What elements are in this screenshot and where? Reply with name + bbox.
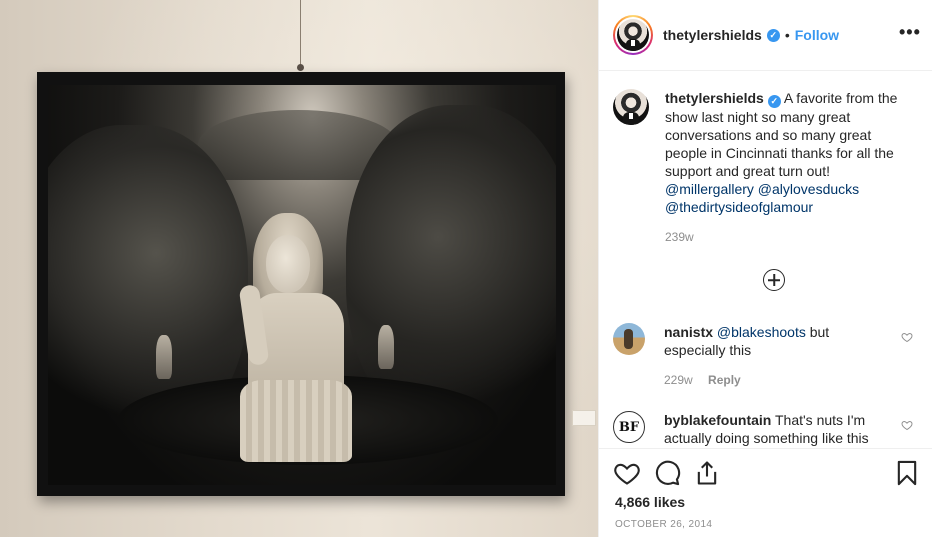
share-icon[interactable] (693, 459, 721, 487)
post-sidebar: thetylershields ✓ • Follow ••• thetylers… (598, 0, 932, 537)
commenter-username[interactable]: byblakefountain (664, 412, 771, 428)
comment-age[interactable]: 229w (664, 373, 693, 387)
photo-girl-face (266, 235, 310, 293)
load-more-comments-icon[interactable] (763, 269, 785, 291)
verified-badge-icon: ✓ (766, 28, 780, 42)
wall-placard (572, 410, 596, 426)
reply-button[interactable]: Reply (708, 373, 741, 387)
like-heart-icon[interactable] (613, 459, 641, 487)
post-caption: thetylershields ✓ A favorite from the sh… (613, 89, 923, 246)
commenter-avatar[interactable]: BF (613, 411, 645, 443)
like-comment-heart-icon[interactable] (901, 331, 913, 343)
framed-photograph (48, 85, 556, 485)
commenter-avatar[interactable] (613, 323, 645, 355)
like-comment-heart-icon[interactable] (901, 419, 913, 431)
commenter-username[interactable]: nanistx (664, 324, 713, 340)
post-header: thetylershields ✓ • Follow ••• (599, 0, 932, 71)
separator-dot: • (784, 27, 790, 43)
more-options-icon[interactable]: ••• (899, 23, 920, 42)
post-date[interactable]: OCTOBER 26, 2014 (615, 519, 712, 530)
save-bookmark-icon[interactable] (893, 459, 921, 487)
caption-author[interactable]: thetylershields (665, 90, 764, 106)
author-avatar[interactable] (613, 15, 653, 55)
caption-author-avatar[interactable] (613, 89, 649, 125)
photo-background-figure (156, 335, 172, 379)
follow-button[interactable]: Follow (795, 27, 839, 43)
hanging-hook (297, 64, 304, 71)
post-image[interactable] (0, 0, 598, 537)
comment-bubble-icon[interactable] (653, 459, 681, 487)
mention-link[interactable]: @thedirtysideofglamour (665, 199, 813, 215)
hanging-wire (300, 0, 301, 70)
photo-background-figure (378, 325, 394, 369)
mention-link[interactable]: @blakeshoots (717, 324, 806, 340)
verified-badge-icon: ✓ (767, 95, 781, 108)
comments-section[interactable]: thetylershields ✓ A favorite from the sh… (599, 72, 932, 448)
caption-age[interactable]: 239w (665, 230, 694, 244)
comment-item: BF byblakefountain That's nuts I'm actua… (613, 411, 923, 447)
post-actions: 4,866 likes OCTOBER 26, 2014 (599, 448, 932, 537)
mention-link[interactable]: @alylovesducks (758, 181, 859, 197)
author-username[interactable]: thetylershields (663, 27, 762, 43)
comment-item: nanistx @blakeshoots but especially this… (613, 323, 923, 389)
mention-link[interactable]: @millergallery (665, 181, 754, 197)
photo-girl-skirt (240, 380, 352, 462)
likes-count[interactable]: 4,866 likes (615, 494, 685, 510)
